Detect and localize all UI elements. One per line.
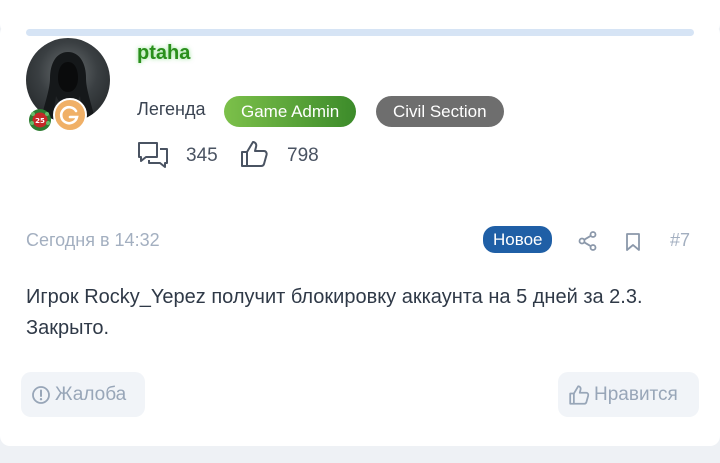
messages-icon <box>138 142 168 168</box>
like-button[interactable]: Нравится <box>558 372 699 417</box>
user-title: Легенда <box>137 99 206 119</box>
likes-count: 798 <box>287 145 319 166</box>
wreath-award-icon[interactable]: 25 <box>28 108 52 132</box>
badge-game-admin: Game Admin <box>224 96 357 127</box>
like-label: Нравится <box>594 383 678 405</box>
like-icon <box>569 384 590 405</box>
award-number: 25 <box>35 117 45 125</box>
post-body: Игрок Rocky_Yepez получит блокировку акк… <box>26 286 643 339</box>
post-date[interactable]: Сегодня в 14:32 <box>26 230 160 251</box>
thumbs-up-icon <box>241 141 268 167</box>
alert-icon <box>32 385 50 404</box>
bookmark-icon[interactable] <box>624 232 642 252</box>
post-number[interactable]: #7 <box>670 230 690 251</box>
report-button[interactable]: Жалоба <box>21 372 145 417</box>
new-badge: Новое <box>483 226 553 253</box>
post-top-divider <box>26 29 694 36</box>
share-icon[interactable] <box>577 230 599 252</box>
report-label: Жалоба <box>55 383 127 405</box>
messages-count: 345 <box>186 145 218 166</box>
g-award-icon[interactable] <box>53 98 87 132</box>
badge-civil-section: Civil Section <box>376 96 504 127</box>
username[interactable]: ptaha <box>137 42 190 65</box>
